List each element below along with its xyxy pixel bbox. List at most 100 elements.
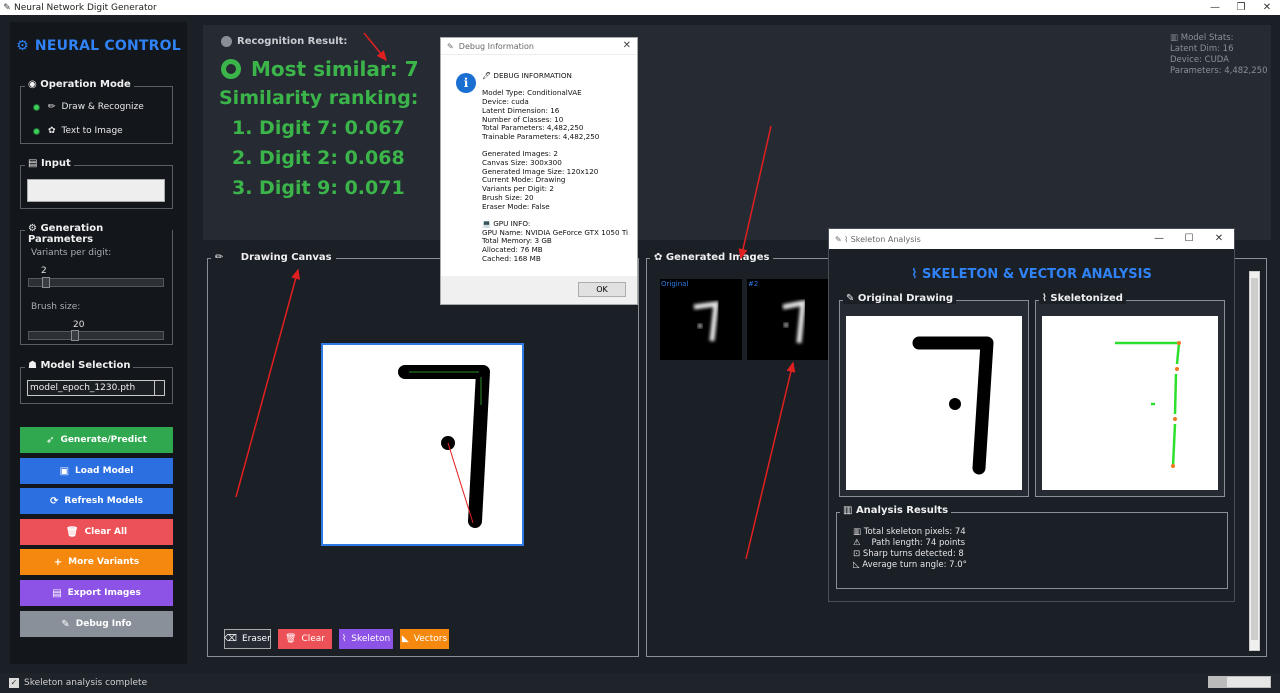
original-digit — [912, 336, 994, 475]
stats-device: Device: CUDA — [1170, 55, 1230, 65]
generate-predict-button[interactable]: ➶ Generate/Predict — [20, 427, 173, 453]
bone-icon: ⌇ — [341, 634, 347, 644]
clear-canvas-button[interactable]: 🗑 Clear — [278, 629, 332, 649]
check-icon: ✓ — [9, 678, 19, 688]
generated-digit — [782, 299, 806, 344]
close-button[interactable]: ✕ — [1254, 0, 1280, 15]
more-variants-button[interactable]: + More Variants — [20, 549, 173, 575]
skeleton-window-controls: — ☐ ✕ — [1144, 229, 1234, 249]
drawing-canvas-title: ✏ Drawing Canvas — [211, 252, 336, 263]
model-selection-title: ☗ Model Selection — [25, 360, 134, 371]
slider-handle[interactable] — [71, 330, 79, 341]
minimize-button[interactable]: — — [1202, 0, 1228, 15]
generation-parameters-group: ⚙ Generation Parameters Variants per dig… — [20, 223, 173, 345]
close-button[interactable]: ✕ — [1204, 229, 1234, 249]
radio-dot — [33, 127, 40, 135]
progress-fill — [1209, 677, 1228, 687]
slider-handle[interactable] — [42, 277, 50, 288]
input-group: ▤ Input — [20, 158, 173, 209]
original-drawing-title: ✎ Original Drawing — [843, 293, 957, 304]
skeleton-lines — [1115, 341, 1181, 468]
skeleton-heading: ⌇ SKELETON & VECTOR ANALYSIS — [911, 267, 1152, 282]
skeletonized-panel: ⌇ Skeletonized — [1035, 293, 1225, 497]
chart-icon: ▥ — [843, 505, 856, 516]
brush-icon: ✏ — [215, 252, 241, 263]
analysis-results-panel: ▥ Analysis Results ▥ Total skeleton pixe… — [836, 505, 1228, 589]
palette-icon: ✿ — [48, 126, 56, 136]
similarity-ranking-title: Similarity ranking: — [219, 87, 419, 109]
clear-all-button[interactable]: 🗑 Clear All — [20, 519, 173, 545]
generated-images-title: ✿ Generated Images — [650, 252, 774, 263]
brush-size-label: Brush size: — [31, 302, 81, 312]
window-title: Neural Network Digit Generator — [14, 2, 157, 13]
status-bar: ✓ Skeleton analysis complete — [0, 673, 1280, 693]
brain-icon: ⚙ — [16, 38, 29, 54]
model-stats: ▥ Model Stats: Latent Dim: 16 Device: CU… — [1170, 33, 1267, 77]
brand-text: NEURAL CONTROL — [34, 38, 181, 54]
pen-icon: ✎ — [61, 618, 70, 630]
maximize-button[interactable]: ☐ — [1174, 229, 1204, 249]
palette-icon: ✿ — [654, 252, 666, 263]
operation-mode-title: ◉ Operation Mode — [25, 79, 134, 90]
skeletonized-image — [1042, 316, 1218, 490]
operation-mode-group: ◉ Operation Mode ✏ Draw & Recognize ✿ Text… — [20, 79, 173, 144]
analysis-results-title: ▥ Analysis Results — [840, 505, 952, 516]
recognition-result-panel: Recognition Result: Most similar: 7 Simi… — [203, 25, 1271, 240]
radio-text-to-image[interactable]: ✿ Text to Image — [33, 126, 123, 136]
brand: ⚙ NEURAL CONTROL — [10, 38, 187, 54]
vectors-button[interactable]: ◣ Vectors — [400, 629, 449, 649]
model-select[interactable]: model_epoch_1230.pth — [27, 380, 165, 396]
pencil-icon: ✎ — [846, 293, 858, 304]
analysis-row: ⊡ Sharp turns detected: 8 — [853, 549, 964, 559]
debug-info-button[interactable]: ✎ Debug Info — [20, 611, 173, 637]
analysis-row: ▥ Total skeleton pixels: 74 — [853, 527, 966, 537]
variants-slider[interactable] — [28, 277, 164, 288]
window-titlebar: ✎ Neural Network Digit Generator — ❐ ✕ — [0, 0, 1280, 15]
angle-icon: ◺ — [853, 560, 863, 570]
generation-parameters-title: ⚙ Generation Parameters — [25, 223, 172, 245]
drawing-canvas[interactable] — [321, 343, 524, 546]
plus-icon: + — [53, 556, 63, 568]
stats-parameters: Parameters: 4,482,250 — [1170, 66, 1268, 76]
brush-size-slider[interactable] — [28, 330, 164, 341]
radio-label: Draw & Recognize — [61, 102, 144, 112]
turn-icon: ⊡ — [853, 549, 863, 559]
skeleton-button[interactable]: ⌇ Skeleton — [339, 629, 393, 649]
minimize-button[interactable]: — — [1144, 229, 1174, 249]
generated-image-original[interactable]: Original — [660, 279, 742, 360]
target-icon — [221, 59, 241, 79]
generated-scrollbar[interactable] — [1249, 271, 1260, 651]
feather-icon: ✎ ⌇ — [835, 234, 851, 244]
ok-button[interactable]: OK — [578, 282, 626, 297]
input-title: ▤ Input — [25, 158, 74, 169]
warning-icon: ⚠ — [853, 538, 872, 548]
generated-image-2[interactable]: #2 — [747, 279, 829, 360]
scrollbar-thumb[interactable] — [1251, 278, 1258, 640]
export-images-button[interactable]: ▤ Export Images — [20, 580, 173, 606]
chart-icon: ▥ — [1170, 33, 1181, 43]
save-icon: ▤ — [52, 587, 62, 599]
model-selection-group: ☗ Model Selection model_epoch_1230.pth — [20, 360, 173, 404]
recognition-result-label: Recognition Result: — [221, 36, 347, 47]
skeleton-analysis-window: ✎ ⌇ Skeleton Analysis — ☐ ✕ ⌇ SKELETON &… — [828, 228, 1235, 602]
ranking-item: 3. Digit 9: 0.071 — [232, 177, 405, 199]
analysis-row: ⚠ Path length: 74 points — [853, 538, 966, 548]
load-model-button[interactable]: ▣ Load Model — [20, 458, 173, 484]
variants-label: Variants per digit: — [31, 248, 112, 258]
eraser-button[interactable]: ⌫ Eraser — [224, 629, 271, 649]
stats-title: ▥ Model Stats: — [1170, 33, 1234, 43]
maximize-button[interactable]: ❐ — [1228, 0, 1254, 15]
dropdown-arrow-icon[interactable] — [154, 381, 164, 395]
radio-draw-recognize[interactable]: ✏ Draw & Recognize — [33, 102, 144, 112]
sidebar: ⚙ NEURAL CONTROL ◉ Operation Mode ✏ Draw &… — [10, 22, 187, 664]
status-text: Skeleton analysis complete — [24, 678, 148, 688]
refresh-models-button[interactable]: ⟳ Refresh Models — [20, 488, 173, 514]
search-icon — [221, 36, 232, 47]
skeletonized-title: ⌇ Skeletonized — [1039, 293, 1126, 304]
folder-icon: ▣ — [59, 465, 70, 477]
close-icon[interactable]: ✕ — [623, 40, 631, 51]
bone-icon: ⌇ — [911, 267, 923, 282]
text-input[interactable] — [27, 179, 165, 202]
feather-icon: ✎ — [447, 41, 459, 51]
window-controls: — ❐ ✕ — [1202, 0, 1280, 15]
